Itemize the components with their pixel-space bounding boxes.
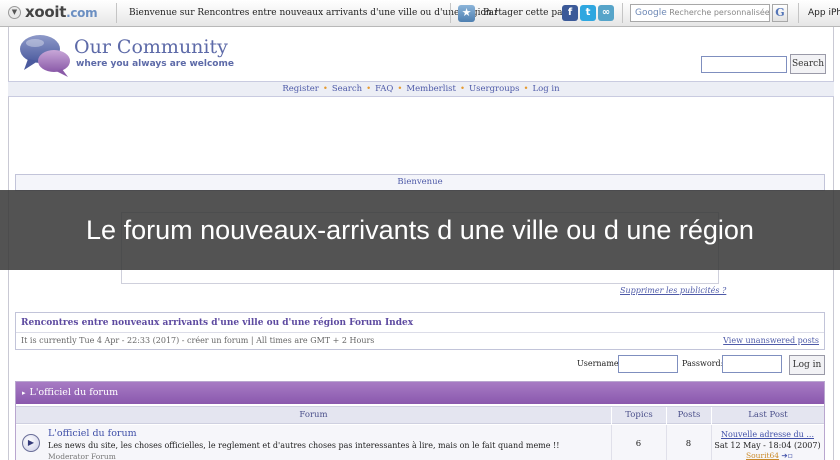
login-button[interactable]: Log in	[789, 355, 825, 375]
app-iphone-link[interactable]: App iPh	[808, 8, 840, 18]
col-last-post: Last Post	[711, 407, 824, 424]
view-unanswered-link[interactable]: View unanswered posts	[723, 336, 819, 345]
password-label: Password:	[682, 359, 724, 368]
nav-memberlist[interactable]: Memberlist	[406, 84, 456, 94]
index-divider	[16, 332, 824, 333]
category-arrow-icon: ▸	[22, 389, 26, 397]
view-latest-post-icon[interactable]: ➔▫	[781, 451, 792, 460]
column-header-row: Forum Topics Posts Last Post	[16, 406, 824, 424]
community-logo-icon[interactable]	[18, 32, 72, 78]
col-forum: Forum	[299, 410, 328, 420]
toolbar-divider	[622, 3, 623, 23]
toolbar-divider	[116, 3, 117, 23]
nav-login[interactable]: Log in	[533, 84, 560, 94]
password-input[interactable]	[722, 355, 782, 373]
forum-index-box: Rencontres entre nouveaux arrivants d'un…	[15, 312, 825, 350]
header-search-button[interactable]: Search	[790, 54, 826, 74]
nav-register[interactable]: Register	[282, 84, 318, 94]
collapse-arrow-icon[interactable]: ▼	[8, 6, 21, 19]
topics-count: 6	[635, 439, 642, 449]
google-search-button[interactable]: G	[772, 4, 788, 22]
header-search-input[interactable]	[701, 56, 787, 73]
title-banner: Le forum nouveaux-arrivants d une ville …	[0, 190, 840, 270]
share-page-label[interactable]: Partager cette page	[483, 8, 574, 18]
nav-search[interactable]: Search	[332, 84, 362, 94]
welcome-bar: Bienvenue	[15, 174, 825, 191]
forum-status-icon[interactable]: ▶	[22, 434, 40, 452]
forum-nav: Register • Search • FAQ • Memberlist • Usergroup…	[8, 81, 834, 97]
col-topics: Topics	[611, 407, 666, 424]
col-posts: Posts	[666, 407, 711, 424]
nav-bullet: •	[322, 84, 328, 94]
nav-bullet: •	[397, 84, 403, 94]
category-header[interactable]: ▸ L'officiel du forum	[16, 382, 824, 404]
nav-bullet: •	[459, 84, 465, 94]
forum-index-title[interactable]: Rencontres entre nouveaux arrivants d'un…	[21, 318, 413, 328]
username-label: Username:	[577, 359, 622, 368]
toolbar-welcome-text: Bienvenue sur Rencontres entre nouveaux …	[129, 8, 499, 18]
google-brand: Google	[635, 8, 667, 18]
site-subtitle: where you always are welcome	[76, 59, 234, 69]
site-title: Our Community	[74, 36, 228, 58]
share-icon[interactable]: ∞	[598, 5, 614, 21]
nav-usergroups[interactable]: Usergroups	[469, 84, 520, 94]
facebook-icon[interactable]: f	[562, 5, 578, 21]
category-box: ▸ L'officiel du forum Forum Topics Posts …	[15, 381, 825, 460]
xooit-toolbar: ▼ xooit.com Bienvenue sur Rencontres ent…	[0, 0, 840, 27]
forum-title-link[interactable]: L'officiel du forum	[48, 428, 137, 439]
last-post-username[interactable]: Sourit64	[746, 451, 779, 460]
current-time-text: It is currently Tue 4 Apr - 22:33 (2017)…	[21, 336, 375, 345]
category-title: L'officiel du forum	[29, 387, 119, 398]
username-input[interactable]	[618, 355, 678, 373]
toolbar-divider	[798, 3, 799, 23]
remove-ads-link[interactable]: Supprimer les publicités ?	[620, 286, 726, 295]
xooit-logo[interactable]: xooit.com	[25, 3, 98, 21]
last-post-date: Sat 12 May - 18:04 (2007)	[714, 441, 821, 450]
google-search-placeholder: Recherche personnalisée	[669, 8, 770, 17]
nav-faq[interactable]: FAQ	[375, 84, 393, 94]
forum-row: ▶ L'officiel du forum Les news du site, …	[16, 425, 824, 460]
xooit-logo-main: xooit	[25, 3, 67, 21]
forum-header: Our Community where you always are welco…	[8, 29, 834, 81]
favorite-star-icon[interactable]: ★	[458, 5, 475, 22]
last-post-link[interactable]: Nouvelle adresse du ...	[711, 430, 824, 439]
toolbar-divider	[450, 3, 451, 23]
last-post-user[interactable]: Sourit64 ➔▫	[746, 451, 793, 460]
nav-bullet: •	[523, 84, 529, 94]
forum-moderator[interactable]: Moderator Forum	[48, 452, 116, 460]
forum-description: Les news du site, les choses officielles…	[48, 441, 560, 450]
xooit-logo-ext: .com	[66, 6, 98, 20]
posts-count: 8	[685, 439, 692, 449]
google-search-input[interactable]: Google Recherche personnalisée	[630, 4, 770, 22]
nav-bullet: •	[366, 84, 372, 94]
twitter-icon[interactable]: t	[580, 5, 596, 21]
